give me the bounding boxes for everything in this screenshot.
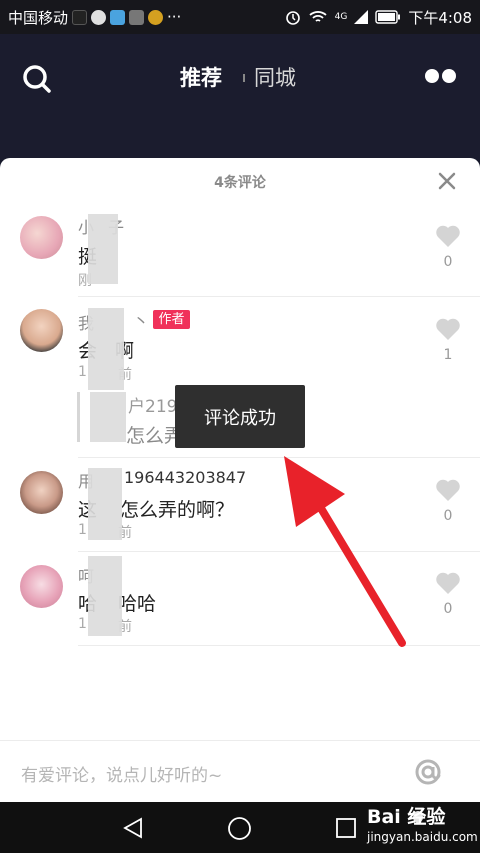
carrier-label: 中国移动 [8, 8, 69, 27]
comment-input[interactable]: 有爱评论，说点儿好听的~ [21, 761, 222, 786]
comment-sheet: 4条评论 小 子 挺 刚 0 我 丶 作者 会 啊 1 前 户219644320… [0, 158, 480, 802]
avatar[interactable] [20, 471, 63, 514]
status-right: 4G 下午4:08 [285, 7, 472, 28]
tab-separator [243, 74, 245, 82]
blur-mask [90, 392, 126, 442]
comment-time: 1 [78, 522, 87, 538]
network-label: 4G [334, 12, 348, 22]
tab-nearby[interactable]: 同城 [254, 62, 296, 92]
like-count: 0 [443, 254, 453, 270]
comment-count-title: 4条评论 [214, 175, 266, 191]
comment-author-tail: 196443203847 [124, 468, 247, 487]
success-toast: 评论成功 [175, 385, 305, 448]
avatar[interactable] [20, 216, 63, 259]
close-icon[interactable] [438, 172, 456, 190]
search-icon[interactable] [22, 64, 52, 94]
heart-icon[interactable] [435, 571, 461, 595]
heart-icon[interactable] [435, 317, 461, 341]
mention-icon[interactable] [410, 754, 446, 790]
comment-time: 1 [78, 616, 87, 632]
app-icon [91, 9, 107, 25]
top-nav: 推荐 同城 [0, 34, 480, 160]
comment-input-bar[interactable]: 有爱评论，说点儿好听的~ [0, 740, 480, 802]
send-icon [110, 9, 126, 25]
divider [78, 645, 480, 646]
comment-time: 1 [78, 364, 87, 380]
tab-recommend[interactable]: 推荐 [180, 62, 222, 92]
browser-icon [148, 9, 164, 25]
home-icon[interactable] [227, 816, 252, 841]
more-notifications-label: ··· [167, 8, 182, 26]
signal-icon [354, 10, 369, 24]
recents-icon[interactable] [335, 817, 357, 839]
blur-mask [88, 556, 122, 636]
dots-icon[interactable] [424, 68, 458, 84]
tiktok-icon [72, 9, 88, 25]
screen: 中国移动 ··· 4G 下午4:08 推荐 同城 4条评论 小 刚 0 我 丶 … [0, 0, 480, 853]
battery-icon [375, 10, 401, 24]
status-left: 中国移动 ··· [8, 7, 181, 28]
watermark-domain: jingyan.baidu.com [367, 830, 478, 844]
like-count: 0 [443, 508, 453, 524]
status-bar: 中国移动 ··· 4G 下午4:08 [0, 0, 480, 34]
clock-label: 下午4:08 [408, 8, 472, 27]
comment-author-tail: 丶 [133, 312, 150, 331]
avatar[interactable] [20, 565, 63, 608]
comment-text-tail: 怎么弄的啊？ [120, 499, 235, 521]
wifi-icon [309, 11, 327, 22]
blur-mask [88, 214, 118, 284]
watermark-brand: Bai 经验 [367, 806, 446, 828]
comment-text-tail: 哈哈 [118, 593, 157, 615]
like-count: 1 [443, 347, 453, 363]
divider [78, 457, 480, 458]
heart-icon[interactable] [435, 224, 461, 248]
watermark: Bai 经验 jingyan.baidu.com [365, 800, 478, 850]
reply-quote-bar [77, 392, 80, 442]
avatar[interactable] [20, 309, 63, 352]
author-badge: 作者 [153, 310, 190, 329]
heart-icon[interactable] [435, 478, 461, 502]
divider [78, 551, 480, 552]
like-count: 0 [443, 601, 453, 617]
back-icon[interactable] [121, 816, 145, 840]
blur-mask [88, 308, 124, 390]
alarm-icon [285, 11, 300, 25]
blur-mask [88, 468, 122, 540]
divider [78, 296, 480, 297]
gallery-icon [129, 9, 145, 25]
